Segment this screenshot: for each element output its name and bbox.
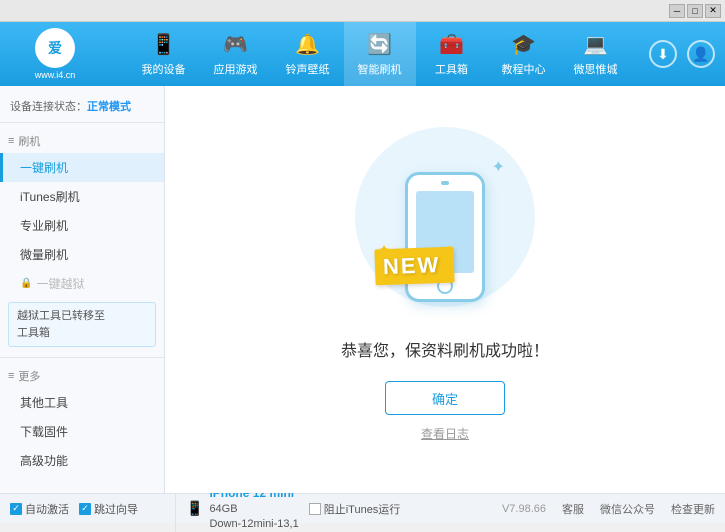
one-click-flash-label: 一键刷机 [20,159,68,176]
nav-apps-games-label: 应用游戏 [214,61,258,77]
bottom-left: ✓ 自动激活 ✓ 跳过向导 [10,501,175,517]
bottom-right: V7.98.66 客服 微信公众号 检查更新 [502,501,715,517]
nav-my-device[interactable]: 📱 我的设备 [128,22,200,86]
version-text: V7.98.66 [502,503,546,515]
skip-wizard-check-icon: ✓ [79,503,91,515]
nav-toolbox[interactable]: 🧰 工具箱 [416,22,488,86]
skip-wizard-label: 跳过向导 [94,501,138,517]
my-device-icon: 📱 [151,32,176,57]
smart-shop-icon: 🔄 [367,32,392,57]
advanced-label: 高级功能 [20,452,68,469]
check-update-link[interactable]: 检查更新 [671,501,715,517]
more-icon: ≡ [8,370,14,382]
nav-ringtones-label: 铃声壁纸 [286,61,330,77]
customer-service-link[interactable]: 客服 [562,501,584,517]
ringtones-icon: 🔔 [295,32,320,57]
nav-weibo-mall-label: 微思惟城 [574,61,618,77]
other-tools-label: 其他工具 [20,394,68,411]
nav-smart-shop[interactable]: 🔄 智能刷机 [344,22,416,86]
logo-icon: 爱 [35,28,75,68]
ribbon-text: NEW [383,252,441,279]
bottom-center: 阻止iTunes运行 [309,501,502,517]
auto-connect-check-icon: ✓ [10,503,22,515]
section-more-label: 更多 [18,368,40,384]
header-right: ⬇ 👤 [649,40,715,68]
confirm-button[interactable]: 确定 [385,381,505,415]
device-phone-icon: 📱 [186,500,203,517]
sidebar-item-pro-flash[interactable]: 专业刷机 [0,211,164,240]
skip-wizard-checkbox[interactable]: ✓ 跳过向导 [79,501,138,517]
ribbon-star-left: ✦ [379,242,389,256]
download-button[interactable]: ⬇ [649,40,677,68]
ribbon-star-right: ✦ [444,244,452,255]
learn-link[interactable]: 查看日志 [421,425,469,442]
nav-ringtones[interactable]: 🔔 铃声壁纸 [272,22,344,86]
micro-flash-label: 微量刷机 [20,246,68,263]
nav-apps-games[interactable]: 🎮 应用游戏 [200,22,272,86]
header: 爱 www.i4.cn 📱 我的设备 🎮 应用游戏 🔔 铃声壁纸 🔄 智能刷机 … [0,22,725,86]
sidebar-item-one-click-flash[interactable]: 一键刷机 [0,153,164,182]
window-controls[interactable]: ─ □ ✕ [669,4,721,18]
section-flash: ≡ 刷机 [0,129,164,153]
section-icon: ≡ [8,135,14,147]
nav-toolbox-label: 工具箱 [435,61,468,77]
device-storage: 64GB [209,502,298,517]
bottom-bar: ✓ 自动激活 ✓ 跳过向导 📱 iPhone 12 mini 64GB Down… [0,493,725,523]
weibo-mall-icon: 💻 [583,32,608,57]
status-value: 正常模式 [87,101,131,113]
sidebar-item-other-tools[interactable]: 其他工具 [0,388,164,417]
phone-speaker [441,181,449,185]
notice-box: 越狱工具已转移至工具箱 [8,302,156,347]
sidebar-item-jailbreak: 🔒 一键越狱 [0,269,164,298]
toolbox-icon: 🧰 [439,32,464,57]
main-content: NEW ✦ ✦ ✦ 恭喜您，保资料刷机成功啦！ 确定 查看日志 [165,86,725,493]
nav-tutorial-label: 教程中心 [502,61,546,77]
nav-my-device-label: 我的设备 [142,61,186,77]
wechat-public-link[interactable]: 微信公众号 [600,501,655,517]
nav-weibo-mall[interactable]: 💻 微思惟城 [560,22,632,86]
section-more: ≡ 更多 [0,364,164,388]
stop-itunes-checkbox[interactable] [309,503,321,515]
maximize-btn[interactable]: □ [687,4,703,18]
tutorial-icon: 🎓 [511,32,536,57]
sidebar-item-micro-flash[interactable]: 微量刷机 [0,240,164,269]
logo-url: www.i4.cn [35,70,76,80]
notice-text: 越狱工具已转移至工具箱 [17,310,105,339]
sparkle-icon: ✦ [492,157,505,177]
sidebar-item-itunes-flash[interactable]: iTunes刷机 [0,182,164,211]
sidebar-item-download-firmware[interactable]: 下载固件 [0,417,164,446]
sidebar-divider [0,357,164,358]
logo-area[interactable]: 爱 www.i4.cn [10,28,100,80]
user-button[interactable]: 👤 [687,40,715,68]
auto-connect-label: 自动激活 [25,501,69,517]
device-model: Down-12mini-13,1 [209,517,298,532]
auto-connect-checkbox[interactable]: ✓ 自动激活 [10,501,69,517]
title-bar: ─ □ ✕ [0,0,725,22]
status-prefix: 设备连接状态： [10,101,87,113]
sidebar: 设备连接状态：正常模式 ≡ 刷机 一键刷机 iTunes刷机 专业刷机 微量刷机… [0,86,165,493]
pro-flash-label: 专业刷机 [20,217,68,234]
minimize-btn[interactable]: ─ [669,4,685,18]
nav-smart-shop-label: 智能刷机 [358,61,402,77]
success-message: 恭喜您，保资料刷机成功啦！ [341,337,549,361]
download-firmware-label: 下载固件 [20,423,68,440]
itunes-flash-label: iTunes刷机 [20,188,80,205]
stop-itunes-item[interactable]: 阻止iTunes运行 [309,501,502,517]
close-btn[interactable]: ✕ [705,4,721,18]
content-area: 设备连接状态：正常模式 ≡ 刷机 一键刷机 iTunes刷机 专业刷机 微量刷机… [0,86,725,493]
nav-tutorial[interactable]: 🎓 教程中心 [488,22,560,86]
sidebar-item-advanced[interactable]: 高级功能 [0,446,164,475]
illustration-wrap: NEW ✦ ✦ ✦ [355,137,535,337]
jailbreak-label: 一键越狱 [36,275,84,292]
apps-games-icon: 🎮 [223,32,248,57]
stop-itunes-label: 阻止iTunes运行 [324,501,401,517]
status-bar: 设备连接状态：正常模式 [0,94,164,123]
nav-bar: 📱 我的设备 🎮 应用游戏 🔔 铃声壁纸 🔄 智能刷机 🧰 工具箱 🎓 教程中心… [110,22,649,86]
ribbon: NEW ✦ ✦ [375,248,454,284]
section-flash-label: 刷机 [18,133,40,149]
